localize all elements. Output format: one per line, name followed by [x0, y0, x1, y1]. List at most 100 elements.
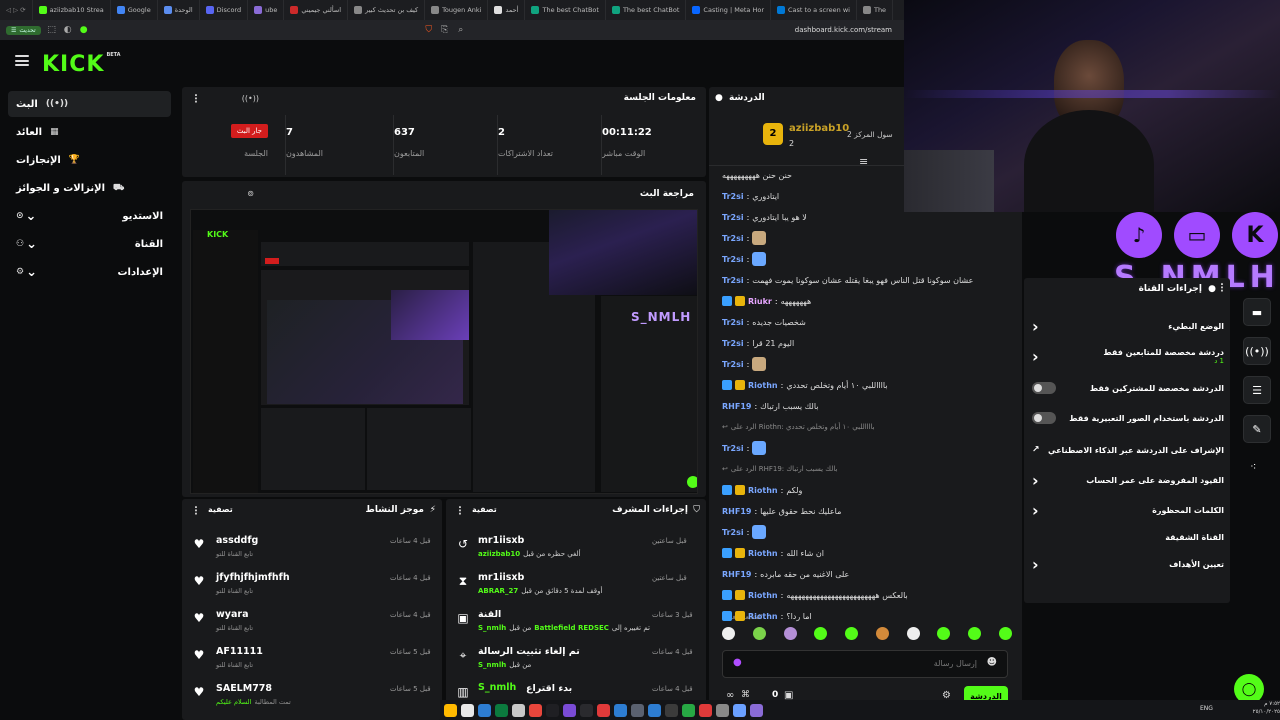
taskbar-app-icon[interactable]	[495, 703, 508, 717]
browser-tab[interactable]: اسألني جيميني	[284, 0, 349, 20]
channel-action-item[interactable]: الدردشة مخصصة للمشتركين فقط	[1032, 378, 1224, 398]
sidebar-item[interactable]: ⚙ ⌄ الإعدادات	[8, 259, 171, 285]
moderation-item[interactable]: ↺ mr1iisxb aziizbab10 ألغي حظره من قبل قبل س…	[446, 535, 696, 571]
vpn-icon[interactable]: ◐	[63, 25, 73, 35]
activity-item[interactable]: ♥ AF11111 تابع القناة للتو قبل 5 ساعات	[182, 646, 432, 682]
browser-tab[interactable]: Google	[111, 0, 158, 20]
chevron-right-icon[interactable]: ›	[1032, 471, 1039, 490]
quick-emote-icon[interactable]	[998, 627, 1012, 640]
taskbar-app-icon[interactable]	[648, 703, 661, 717]
chat-rail-icon[interactable]: ▬	[1243, 298, 1271, 326]
taskbar-app-icon[interactable]	[461, 703, 474, 717]
taskbar-app-icon[interactable]	[597, 703, 610, 717]
browser-tab[interactable]: أحمد	[488, 0, 526, 20]
chat-username[interactable]: Tr2si	[722, 318, 744, 327]
menu-icon[interactable]	[15, 55, 29, 66]
chat-username[interactable]: RHF19	[722, 570, 751, 579]
chevron-down-icon[interactable]: ⌄	[26, 265, 37, 280]
chat-username[interactable]: Tr2si	[722, 360, 744, 369]
stream-preview-video[interactable]: KICK S_NMLH	[190, 209, 698, 494]
kick-logo[interactable]: KICK BETA	[42, 52, 121, 77]
chat-username[interactable]: Tr2si	[722, 276, 744, 285]
chat-username[interactable]: Riothn	[748, 612, 778, 621]
chat-message[interactable]: Tr2si:	[722, 251, 1002, 267]
taskbar-app-icon[interactable]	[512, 703, 525, 717]
chat-username[interactable]: Riothn	[748, 549, 778, 558]
chevron-down-icon[interactable]: ⌄	[26, 209, 37, 224]
chat-message[interactable]: Tr2si: اليوم 21 قرا	[722, 335, 1002, 351]
chat-message[interactable]: Riothn: ان شاء الله	[722, 545, 1002, 561]
update-button[interactable]: ☰ تحديث	[6, 25, 41, 35]
chat-message[interactable]: Riothn: اما ردا؟	[722, 608, 1002, 624]
browser-tab[interactable]: كيف بن تحديث كبير	[348, 0, 426, 20]
broadcast-rail-icon[interactable]: ((•))	[1243, 337, 1271, 365]
chat-username[interactable]: Tr2si	[722, 234, 744, 243]
moderation-item[interactable]: ▣ القنة S_nmlh من قبل Battlefield REDSEC تم ت…	[446, 609, 696, 645]
more-options-icon[interactable]: ⋯	[454, 506, 465, 516]
mic-icon[interactable]: ●	[733, 657, 742, 668]
quick-emote-icon[interactable]	[937, 627, 951, 640]
chat-username[interactable]: Tr2si	[722, 444, 744, 453]
mod-icon[interactable]: ⌘	[741, 690, 750, 700]
chat-message[interactable]: Tr2si: عشان سوكونا قتل الناس فهو يبغا يقت…	[722, 272, 1002, 288]
browser-tab[interactable]: Casting | Meta Hor	[686, 0, 771, 20]
chat-username[interactable]: RHF19	[722, 507, 751, 516]
activity-username[interactable]: jfyfhjfhjmfhfh	[216, 572, 290, 583]
search-icon[interactable]: ⌕	[456, 25, 466, 35]
quick-emote-icon[interactable]	[845, 627, 859, 640]
channel-action-item[interactable]: › تعيين الأهداف	[1032, 554, 1224, 574]
lang-indicator[interactable]: ENG	[1200, 705, 1213, 712]
taskbar-app-icon[interactable]	[563, 703, 576, 717]
chat-message[interactable]: Riothn: بالعكس ههههههههههههههههههههههههه	[722, 587, 1002, 603]
chat-username[interactable]: Riothn	[748, 381, 778, 390]
layout-rail-icon[interactable]: ☰	[1243, 376, 1271, 404]
taskbar-app-icon[interactable]	[733, 703, 746, 717]
chat-username[interactable]: Tr2si	[722, 192, 744, 201]
taskbar-app-icon[interactable]	[631, 703, 644, 717]
activity-filter-button[interactable]: تصفية	[208, 505, 233, 514]
chat-username[interactable]: Tr2si	[722, 339, 744, 348]
channel-action-item[interactable]: القناة الشقيقة	[1032, 527, 1224, 547]
browser-tab[interactable]: The best ChatBot	[606, 0, 687, 20]
activity-item[interactable]: ♥ SAELM778 تمت المطالبةالسلام عليكم قبل 5 س…	[182, 683, 432, 719]
chat-message[interactable]: RHF19: بالك يسبب ارتباك	[722, 398, 1002, 414]
chat-input[interactable]: ● إرسال رسالة ☻	[722, 650, 1008, 678]
chat-message[interactable]: ↩ الرد على RHF19: بالك يسبب ارتباك	[722, 461, 1002, 477]
sidebar-item[interactable]: ⊙ ⌄ الاستديو	[8, 203, 171, 229]
pinned-username[interactable]: aziizbab10	[789, 123, 849, 134]
quick-emote-icon[interactable]	[752, 627, 766, 640]
chat-message[interactable]: Riothn: ولكم	[722, 482, 1002, 498]
taskbar-app-icon[interactable]	[614, 703, 627, 717]
toggle-switch[interactable]	[1032, 382, 1056, 394]
chevron-right-icon[interactable]: ›	[1032, 555, 1039, 574]
chat-username[interactable]: Tr2si	[722, 255, 744, 264]
channel-action-item[interactable]: › دردشة مخصصة للمتابعين فقط 1 د	[1032, 346, 1224, 366]
moderation-target[interactable]: تم إلغاء تثبيت الرسالة	[478, 646, 580, 657]
taskbar-app-icon[interactable]	[580, 703, 593, 717]
chat-username[interactable]: Tr2si	[722, 528, 744, 537]
taskbar-app-icon[interactable]	[444, 703, 457, 717]
browser-tab[interactable]: aziizbab10 Strea	[33, 0, 111, 20]
chat-username[interactable]: Tr2si	[722, 213, 744, 222]
moderation-filter-button[interactable]: تصفية	[472, 505, 497, 514]
taskbar-app-icon[interactable]	[529, 703, 542, 717]
browser-tab[interactable]: The best ChatBot	[525, 0, 606, 20]
more-rail-icon[interactable]: ⁖	[1250, 460, 1256, 473]
chat-message[interactable]: Tr2si:	[722, 230, 1002, 246]
clock[interactable]: ٧:٥٢ م ٢٥/١٠/٢٠٢٥	[1246, 700, 1280, 716]
taskbar-app-icon[interactable]	[546, 703, 559, 717]
chat-message[interactable]: RHF19: ماعليك نحط حقوق عليها	[722, 503, 1002, 519]
chat-message[interactable]: Riothn: بااااللبي ١٠ أيام وتخلص تحددي	[722, 377, 1002, 393]
browser-tab[interactable]: Discord	[200, 0, 249, 20]
chat-username[interactable]: Riothn	[748, 591, 778, 600]
chat-message[interactable]: Tr2si: شخصيات جديده	[722, 314, 1002, 330]
browser-nav[interactable]: ◁ ▷ ⟳	[0, 0, 33, 20]
activity-item[interactable]: ♥ jfyfhjfhjmfhfh تابع القناة للتو قبل 4 ساع…	[182, 572, 432, 608]
external-link-icon[interactable]: ↗	[1032, 445, 1040, 455]
chevron-right-icon[interactable]: ›	[1032, 347, 1039, 366]
quick-emote-icon[interactable]	[814, 627, 828, 640]
more-options-icon[interactable]: ⋯	[190, 94, 201, 104]
quick-emote-icon[interactable]	[722, 627, 735, 640]
chevron-right-icon[interactable]: ›	[1032, 501, 1039, 520]
brave-shield-icon[interactable]: ⛉	[424, 25, 434, 35]
